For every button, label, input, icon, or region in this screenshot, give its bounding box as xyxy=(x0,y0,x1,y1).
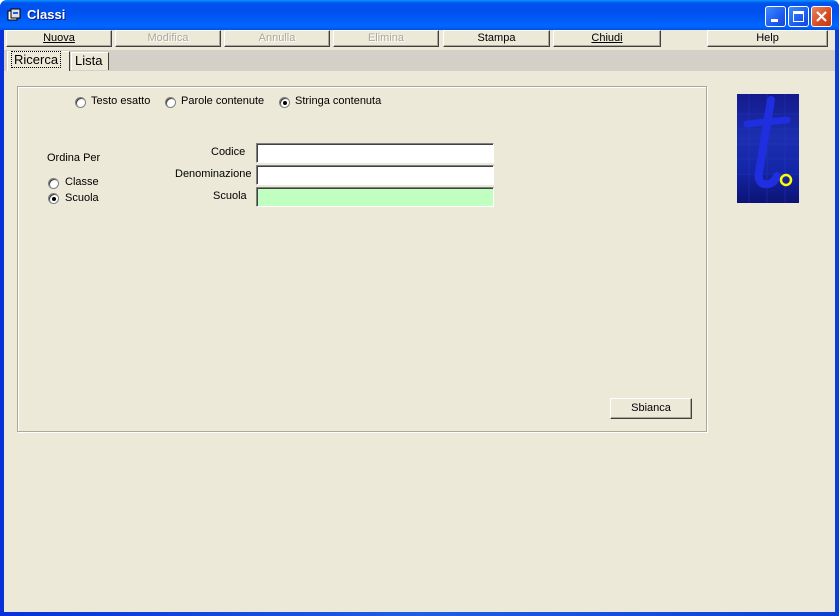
chiudi-label: Chiudi xyxy=(591,32,623,44)
app-logo xyxy=(737,94,799,203)
testo-esatto-radio[interactable] xyxy=(75,97,86,108)
sbianca-label: Sbianca xyxy=(631,402,671,414)
elimina-button[interactable]: Elimina xyxy=(333,30,439,47)
window-title: Classi xyxy=(27,7,66,22)
elimina-label: Elimina xyxy=(367,32,405,44)
denominazione-input[interactable] xyxy=(256,165,494,185)
scuola-label: Scuola xyxy=(213,190,247,202)
classe-radio[interactable] xyxy=(48,178,59,189)
close-button[interactable] xyxy=(811,6,832,27)
help-label: Help xyxy=(756,32,779,44)
classe-label: Classe xyxy=(65,176,99,188)
maximize-button[interactable] xyxy=(788,6,809,27)
scuola-sort-radio[interactable] xyxy=(48,193,59,204)
tab-strip: Ricerca Lista xyxy=(4,50,835,71)
ordina-per-label: Ordina Per xyxy=(47,152,101,164)
stringa-contenuta-label: Stringa contenuta xyxy=(295,95,382,107)
chiudi-button[interactable]: Chiudi xyxy=(553,30,661,47)
search-panel: Testo esatto Parole contenute Stringa co… xyxy=(17,86,707,432)
testo-esatto-label: Testo esatto xyxy=(91,95,151,107)
codice-input[interactable] xyxy=(256,143,494,163)
nuova-label: Nuova xyxy=(43,32,75,44)
modifica-label: Modifica xyxy=(147,32,189,44)
denominazione-label: Denominazione xyxy=(175,168,252,180)
stampa-label: Stampa xyxy=(477,32,516,44)
tab-ricerca-label: Ricerca xyxy=(11,51,62,68)
stampa-button[interactable]: Stampa xyxy=(443,30,550,47)
annulla-label: Annulla xyxy=(258,32,296,44)
tab-lista-label: Lista xyxy=(75,53,103,68)
minimize-button[interactable] xyxy=(765,6,786,27)
toolbar: Nuova Modifica Annulla Elimina Stampa Ch… xyxy=(4,30,835,48)
codice-label: Codice xyxy=(211,146,246,158)
nuova-button[interactable]: Nuova xyxy=(6,30,112,47)
application-window: Classi Nuova Modifica Annulla Elimina St… xyxy=(0,0,839,616)
parole-contenute-label: Parole contenute xyxy=(181,95,265,107)
sbianca-button[interactable]: Sbianca xyxy=(610,398,692,419)
title-bar[interactable]: Classi xyxy=(0,0,839,30)
tab-ricerca[interactable]: Ricerca xyxy=(7,51,70,71)
parole-contenute-radio[interactable] xyxy=(165,97,176,108)
logo-icon xyxy=(737,94,799,203)
modifica-button[interactable]: Modifica xyxy=(115,30,221,47)
close-icon xyxy=(816,11,827,22)
scuola-sort-label: Scuola xyxy=(65,192,99,204)
minimize-icon xyxy=(771,19,778,22)
stringa-contenuta-radio[interactable] xyxy=(279,97,290,108)
client-area: Nuova Modifica Annulla Elimina Stampa Ch… xyxy=(4,30,835,612)
scuola-input[interactable] xyxy=(256,187,494,207)
maximize-icon xyxy=(793,11,804,22)
tab-lista[interactable]: Lista xyxy=(71,52,109,70)
annulla-button[interactable]: Annulla xyxy=(224,30,330,47)
app-icon xyxy=(7,8,21,21)
help-button[interactable]: Help xyxy=(707,30,828,47)
